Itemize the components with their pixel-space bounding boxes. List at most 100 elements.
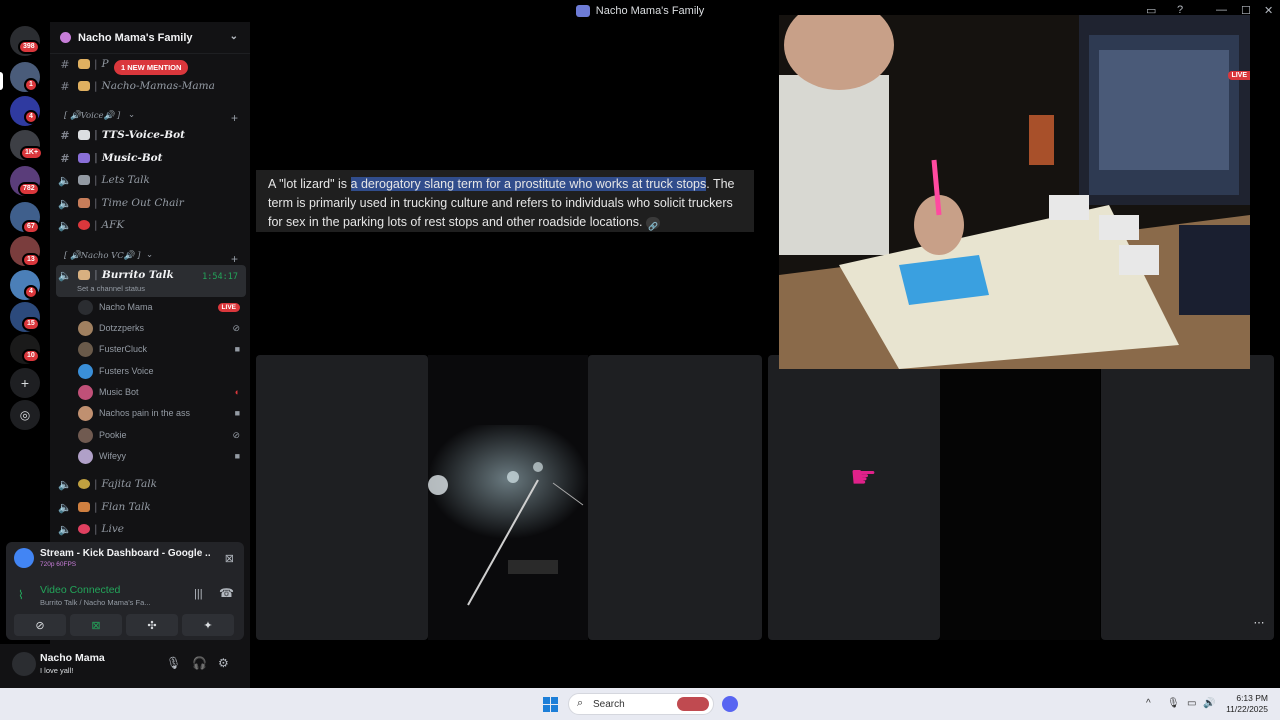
channel-label: Music-Bot xyxy=(101,152,163,164)
voice-channel-time-out[interactable]: 🔈 | Time Out Chair xyxy=(56,193,244,213)
avatar xyxy=(78,341,93,357)
channel-emoji-icon xyxy=(78,502,90,512)
server-badge: 10 xyxy=(22,349,40,363)
user-name: Dotzzperks xyxy=(99,323,145,333)
avatar xyxy=(78,448,93,464)
text-channel-music[interactable]: # | Music-Bot xyxy=(56,148,244,168)
settings-gear-icon[interactable]: ⚙ xyxy=(218,656,229,670)
taskbar-search[interactable]: ⌕ Search xyxy=(568,693,714,715)
video-tile-dark[interactable] xyxy=(940,355,1100,640)
signal-icon[interactable]: ⌇ xyxy=(18,588,24,602)
voice-user[interactable]: Dotzzperks ⊘ xyxy=(78,318,244,338)
network-icon[interactable]: ▭ xyxy=(1187,698,1196,709)
text-channel-tts[interactable]: # | TTS-Voice-Bot xyxy=(56,125,244,145)
noise-suppression-icon[interactable]: ||| xyxy=(194,588,203,600)
server-header[interactable]: Nacho Mama's Family ⌄ xyxy=(50,22,250,54)
speaker-icon: 🔈 xyxy=(58,173,72,187)
voice-connection-panel: ⌇ Video Connected Burrito Talk / Nacho M… xyxy=(6,578,244,640)
discover-icon[interactable]: ◎ xyxy=(10,400,40,430)
camera-icon: ■ xyxy=(234,344,240,354)
search-highlight-image xyxy=(677,697,709,711)
category-voice[interactable]: [ 🔊Voice🔊 ] xyxy=(64,111,120,121)
user-name: Music Bot xyxy=(99,387,139,397)
chevron-down-icon[interactable]: ⌄ xyxy=(230,31,238,42)
channel-emoji-icon xyxy=(78,81,90,91)
video-tile[interactable] xyxy=(768,355,940,640)
more-options-button[interactable]: ⋯ xyxy=(1248,614,1270,634)
hash-icon: # xyxy=(60,57,70,71)
avatar xyxy=(78,405,93,421)
avatar xyxy=(78,299,93,315)
channel-emoji-icon xyxy=(78,59,90,69)
active-server-pill xyxy=(0,72,3,90)
text-channel[interactable]: # | Nacho-Mamas-Mama xyxy=(56,76,244,96)
avatar[interactable] xyxy=(12,652,36,676)
channel-label: Flan Talk xyxy=(101,501,151,513)
category-nacho-vc[interactable]: [ 🔊Nacho VC🔊 ] xyxy=(64,251,140,261)
voice-user[interactable]: Nachos pain in the ass ■ xyxy=(78,403,244,423)
microphone-icon[interactable]: 🎙 xyxy=(1167,698,1180,709)
soundboard-button[interactable]: ✦ xyxy=(182,614,234,636)
volume-icon[interactable]: 🔊 xyxy=(1203,698,1215,709)
screen-share-icon: ⊠ xyxy=(91,619,101,632)
voice-status[interactable]: Video Connected xyxy=(40,584,120,596)
video-tile[interactable] xyxy=(588,355,762,640)
add-server-icon[interactable]: + xyxy=(10,368,40,398)
speaker-icon: 🔈 xyxy=(58,522,72,536)
voice-user[interactable]: Pookie ⊘ xyxy=(78,425,244,445)
video-tile[interactable] xyxy=(1101,355,1274,640)
stop-stream-icon[interactable]: ⊠ xyxy=(225,552,234,565)
channel-label: Burrito Talk xyxy=(101,269,174,281)
voice-user[interactable]: Music Bot ◐ xyxy=(78,382,244,402)
voice-user[interactable]: Nacho Mama LIVE xyxy=(78,297,244,317)
user-name: Nacho Mama xyxy=(99,302,153,312)
voice-channel-flan[interactable]: 🔈 | Flan Talk xyxy=(56,497,244,517)
voice-user[interactable]: FusterCluck ■ xyxy=(78,339,244,359)
user-name: Pookie xyxy=(99,430,127,440)
channel-label: Fajita Talk xyxy=(101,478,157,490)
new-mention-badge[interactable]: 1 NEW MENTION xyxy=(114,60,189,75)
activities-button[interactable]: ✣ xyxy=(126,614,178,636)
channel-label: AFK xyxy=(101,219,125,231)
voice-channel-afk[interactable]: 🔈 | AFK xyxy=(56,215,244,235)
voice-channel-live[interactable]: 🔈 | Live xyxy=(56,519,244,539)
user-name[interactable]: Nacho Mama xyxy=(40,652,105,664)
channel-emoji-icon xyxy=(78,198,90,208)
voice-location[interactable]: Burrito Talk / Nacho Mama's Fa... xyxy=(40,598,151,607)
channel-label: Live xyxy=(101,523,125,535)
discord-taskbar-icon[interactable] xyxy=(722,696,738,712)
voice-user[interactable]: Wifeyy ■ xyxy=(78,446,244,466)
chevron-up-icon[interactable]: ^ xyxy=(1146,698,1151,709)
screen-share-button[interactable]: ⊠ xyxy=(70,614,122,636)
server-badge: 4 xyxy=(24,110,38,124)
link-icon: 🔗 xyxy=(646,216,660,231)
voice-user[interactable]: Fusters Voice xyxy=(78,361,244,381)
speaker-icon: 🔈 xyxy=(58,500,72,514)
microphone-icon[interactable]: 🎙 xyxy=(166,656,181,670)
disconnect-icon[interactable]: ☎ xyxy=(219,586,234,600)
user-name: Nachos pain in the ass xyxy=(99,408,191,418)
voice-channel-fajita[interactable]: 🔈 | Fajita Talk xyxy=(56,474,244,494)
chevron-down-icon[interactable]: ⌄ xyxy=(128,110,135,120)
user-panel: Nacho Mama I love yall! 🎙 🎧 ⚙ xyxy=(0,644,250,688)
close-button[interactable]: ✕ xyxy=(1264,4,1273,17)
windows-taskbar: ⌕ Search ^ 🎙 ▭ 🔊 6:13 PM 11/22/2025 xyxy=(0,688,1280,720)
soundboard-icon: ✦ xyxy=(203,619,213,632)
webcam-feed xyxy=(779,15,1250,369)
server-badge: 1K+ xyxy=(20,146,44,160)
system-clock[interactable]: 6:13 PM 11/22/2025 xyxy=(1226,693,1268,715)
stream-panel: Stream - Kick Dashboard - Google ... 720… xyxy=(6,542,244,578)
video-tile[interactable] xyxy=(256,355,428,640)
windows-start-icon[interactable] xyxy=(543,697,558,712)
user-name: Wifeyy xyxy=(99,451,126,461)
voice-channel-lets-talk[interactable]: 🔈 | Lets Talk xyxy=(56,170,244,190)
headphones-icon[interactable]: 🎧 xyxy=(192,656,207,670)
channel-status[interactable]: Set a channel status xyxy=(77,284,145,293)
add-channel-icon[interactable]: + xyxy=(231,111,238,125)
channel-timer: 1:54:17 xyxy=(202,272,238,282)
camera-toggle-button[interactable]: ⊘ xyxy=(14,614,66,636)
video-tile-highway[interactable] xyxy=(428,355,588,640)
add-channel-icon[interactable]: + xyxy=(231,252,238,266)
chevron-down-icon[interactable]: ⌄ xyxy=(146,250,153,260)
channel-emoji-icon xyxy=(78,175,90,185)
